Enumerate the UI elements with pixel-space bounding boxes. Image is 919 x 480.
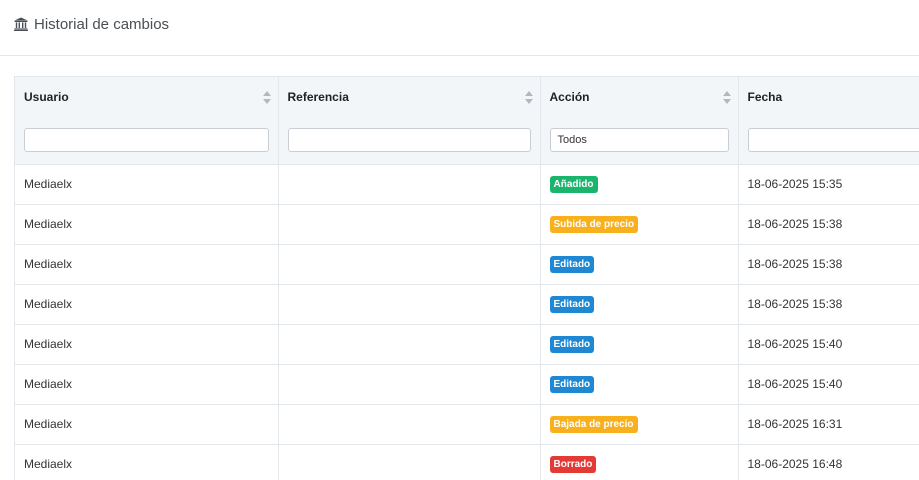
sort-icon[interactable] xyxy=(262,91,271,104)
cell-date: 18-06-2025 15:40 xyxy=(738,364,919,405)
cell-reference xyxy=(278,164,541,205)
cell-reference xyxy=(278,364,541,405)
cell-action: Añadido xyxy=(540,164,739,205)
action-badge: Editado xyxy=(549,295,595,313)
filter-cell-user xyxy=(15,117,279,165)
table-row[interactable]: Mediaelx Editado 18-06-2025 15:40 xyxy=(15,324,919,365)
cell-reference xyxy=(278,204,541,245)
cell-action: Subida de precio xyxy=(540,204,739,245)
filter-cell-action: Todos xyxy=(540,117,739,165)
column-header-date[interactable]: Fecha xyxy=(738,77,919,117)
cell-user: Mediaelx xyxy=(15,324,279,365)
table-row[interactable]: Mediaelx Editado 18-06-2025 15:40 xyxy=(15,364,919,405)
filter-action-select[interactable]: Todos xyxy=(549,128,729,153)
table-row[interactable]: Mediaelx Editado 18-06-2025 15:38 xyxy=(15,284,919,325)
filter-cell-date xyxy=(738,117,919,165)
filter-reference-input[interactable] xyxy=(287,128,531,153)
sort-icon[interactable] xyxy=(722,91,731,104)
cell-user: Mediaelx xyxy=(15,404,279,445)
column-label: Usuario xyxy=(24,90,69,104)
column-label: Fecha xyxy=(747,90,783,104)
action-badge: Editado xyxy=(549,255,595,273)
filter-action-value: Todos xyxy=(557,134,587,147)
cell-reference xyxy=(278,444,541,480)
action-badge: Borrado xyxy=(549,455,597,473)
changes-table: Usuario Referencia Acción Fecha Todos Me… xyxy=(14,76,919,480)
column-header-user[interactable]: Usuario xyxy=(15,77,279,117)
cell-action: Editado xyxy=(540,244,739,285)
column-label: Referencia xyxy=(287,90,349,104)
cell-user: Mediaelx xyxy=(15,164,279,205)
action-badge: Bajada de precio xyxy=(549,415,638,433)
cell-date: 18-06-2025 15:38 xyxy=(738,244,919,285)
filter-cell-reference xyxy=(278,117,541,165)
sort-icon[interactable] xyxy=(524,91,533,104)
action-badge: Añadido xyxy=(549,175,598,193)
table-row[interactable]: Mediaelx Subida de precio 18-06-2025 15:38 xyxy=(15,204,919,245)
cell-action: Borrado xyxy=(540,444,739,480)
cell-action: Bajada de precio xyxy=(540,404,739,445)
filter-user-input[interactable] xyxy=(24,128,269,153)
cell-action: Editado xyxy=(540,284,739,325)
table-row[interactable]: Mediaelx Bajada de precio 18-06-2025 16:31 xyxy=(15,404,919,445)
page-title: Historial de cambios xyxy=(14,13,169,35)
cell-date: 18-06-2025 15:38 xyxy=(738,204,919,245)
action-badge: Editado xyxy=(549,335,595,353)
cell-action: Editado xyxy=(540,324,739,365)
cell-action: Editado xyxy=(540,364,739,405)
table-row[interactable]: Mediaelx Borrado 18-06-2025 16:48 xyxy=(15,444,919,480)
filter-date-input[interactable] xyxy=(747,128,919,153)
column-label: Acción xyxy=(549,90,590,104)
bank-icon xyxy=(14,17,28,31)
cell-reference xyxy=(278,404,541,445)
action-badge: Subida de precio xyxy=(549,215,639,233)
cell-user: Mediaelx xyxy=(15,204,279,245)
column-header-reference[interactable]: Referencia xyxy=(278,77,541,117)
cell-user: Mediaelx xyxy=(15,364,279,405)
cell-date: 18-06-2025 15:35 xyxy=(738,164,919,205)
cell-reference xyxy=(278,324,541,365)
table-body: Mediaelx Añadido 18-06-2025 15:35 Mediaelx S… xyxy=(15,164,919,480)
column-header-action[interactable]: Acción xyxy=(540,77,739,117)
cell-date: 18-06-2025 16:31 xyxy=(738,404,919,445)
cell-user: Mediaelx xyxy=(15,244,279,285)
page-title-text: Historial de cambios xyxy=(34,15,170,33)
cell-reference xyxy=(278,244,541,285)
table-row[interactable]: Mediaelx Editado 18-06-2025 15:38 xyxy=(15,244,919,285)
cell-date: 18-06-2025 15:40 xyxy=(738,324,919,365)
action-badge: Editado xyxy=(549,375,595,393)
cell-user: Mediaelx xyxy=(15,284,279,325)
table-row[interactable]: Mediaelx Añadido 18-06-2025 15:35 xyxy=(15,164,919,205)
cell-reference xyxy=(278,284,541,325)
page-header: Historial de cambios xyxy=(0,0,919,56)
cell-date: 18-06-2025 16:48 xyxy=(738,444,919,480)
cell-date: 18-06-2025 15:38 xyxy=(738,284,919,325)
cell-user: Mediaelx xyxy=(15,444,279,480)
